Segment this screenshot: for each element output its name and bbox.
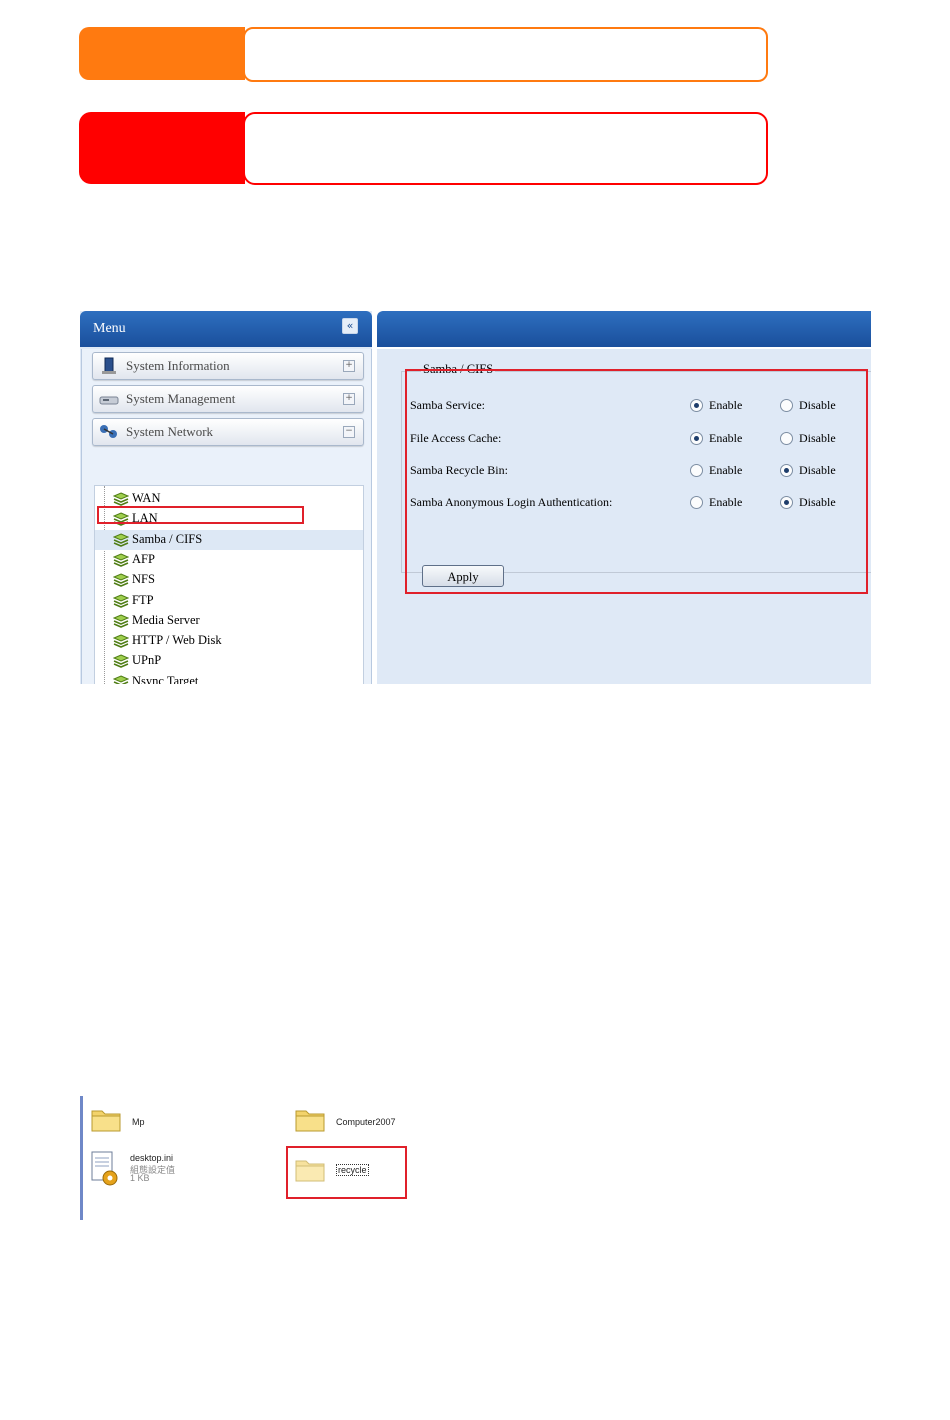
drive-icon (99, 396, 119, 405)
expand-icon[interactable]: + (343, 360, 355, 372)
section-label: System Network (126, 424, 214, 439)
service-icon (113, 553, 129, 567)
tree-item[interactable]: FTP (95, 591, 363, 611)
highlight-samba-settings (405, 369, 868, 594)
explorer-window: Mp Computer2007 desktop.ini 組態設定值 1 KB r… (80, 1096, 520, 1220)
section-label: System Management (126, 391, 236, 406)
note-box (243, 27, 768, 82)
tree-item-label: UPnP (132, 653, 162, 668)
config-file-icon (91, 1151, 118, 1186)
tree-item[interactable]: Nsync Target (95, 672, 363, 684)
tree-item[interactable]: NFS (95, 570, 363, 590)
note-label-tab (79, 27, 245, 80)
warning-box (243, 112, 768, 185)
highlight-menu-item (97, 506, 304, 524)
tree-item[interactable]: HTTP / Web Disk (95, 631, 363, 651)
service-icon (113, 654, 129, 669)
section-system-information[interactable]: System Information + (92, 352, 364, 380)
folder-icon (295, 1110, 325, 1132)
tree-item-label: Nsync Target (132, 673, 199, 684)
tree-item-label: FTP (132, 592, 154, 607)
folder-icon (91, 1110, 121, 1132)
tree-item-label: NFS (132, 572, 155, 587)
warning-label-tab (79, 112, 245, 184)
tree-item[interactable]: Media Server (95, 611, 363, 631)
tree-item[interactable]: Samba / CIFS (95, 529, 363, 550)
file-item[interactable]: desktop.ini 組態設定值 1 KB (90, 1150, 270, 1194)
content-header (377, 311, 871, 347)
service-icon (113, 675, 129, 684)
service-icon (113, 634, 129, 648)
collapse-icon[interactable]: − (343, 426, 355, 438)
explorer-sidebar-edge (80, 1096, 83, 1220)
folder-item[interactable]: Computer2007 (294, 1104, 474, 1140)
menu-title: Menu (93, 321, 126, 336)
highlight-recycle-folder (286, 1146, 407, 1199)
file-size: 1 KB (130, 1173, 150, 1183)
tree-item[interactable]: UPnP (95, 651, 363, 671)
service-icon (113, 593, 129, 608)
tree-item-label: WAN (132, 491, 161, 505)
server-icon (102, 357, 116, 374)
section-label: System Information (126, 358, 230, 373)
folder-item[interactable]: Mp (90, 1104, 270, 1140)
menu-panel: Menu « System Information + System Manag… (80, 311, 372, 684)
menu-header: Menu « (80, 311, 372, 347)
tree-item[interactable]: AFP (95, 550, 363, 570)
section-system-management[interactable]: System Management + (92, 385, 364, 413)
folder-name: Computer2007 (336, 1117, 396, 1127)
service-icon (113, 492, 129, 506)
tree-item-label: Media Server (132, 612, 200, 627)
folder-name: Mp (132, 1117, 145, 1127)
samba-settings-screenshot: Menu « System Information + System Manag… (80, 311, 871, 684)
file-name: desktop.ini (130, 1153, 174, 1163)
section-system-network[interactable]: System Network − (92, 418, 364, 446)
service-icon (113, 573, 129, 588)
network-icon (100, 425, 117, 438)
collapse-menu-button[interactable]: « (342, 318, 358, 334)
tree-item-label: AFP (132, 551, 155, 566)
tree-item-label: HTTP / Web Disk (132, 633, 222, 648)
service-icon (113, 533, 129, 547)
expand-icon[interactable]: + (343, 393, 355, 405)
service-icon (113, 614, 129, 628)
tree-item-label: Samba / CIFS (132, 531, 203, 546)
